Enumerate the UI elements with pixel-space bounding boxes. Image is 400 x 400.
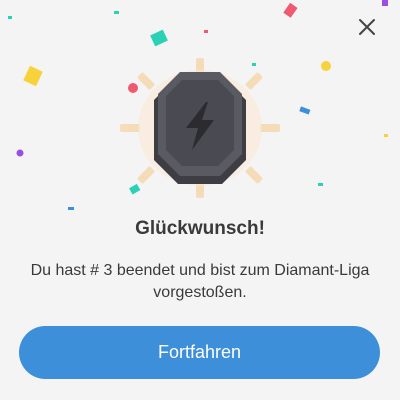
league-promotion-dialog: Glückwunsch! Du hast # 3 beendet und bis… <box>0 0 400 400</box>
league-badge <box>120 58 280 198</box>
close-icon <box>359 19 375 35</box>
dialog-title: Glückwunsch! <box>135 218 265 239</box>
dialog-message: Du hast # 3 beendet und bist zum Diamant… <box>30 262 370 301</box>
close-button[interactable] <box>352 12 382 42</box>
continue-button[interactable]: Fortfahren <box>19 326 380 379</box>
league-badge-icon <box>120 58 280 198</box>
